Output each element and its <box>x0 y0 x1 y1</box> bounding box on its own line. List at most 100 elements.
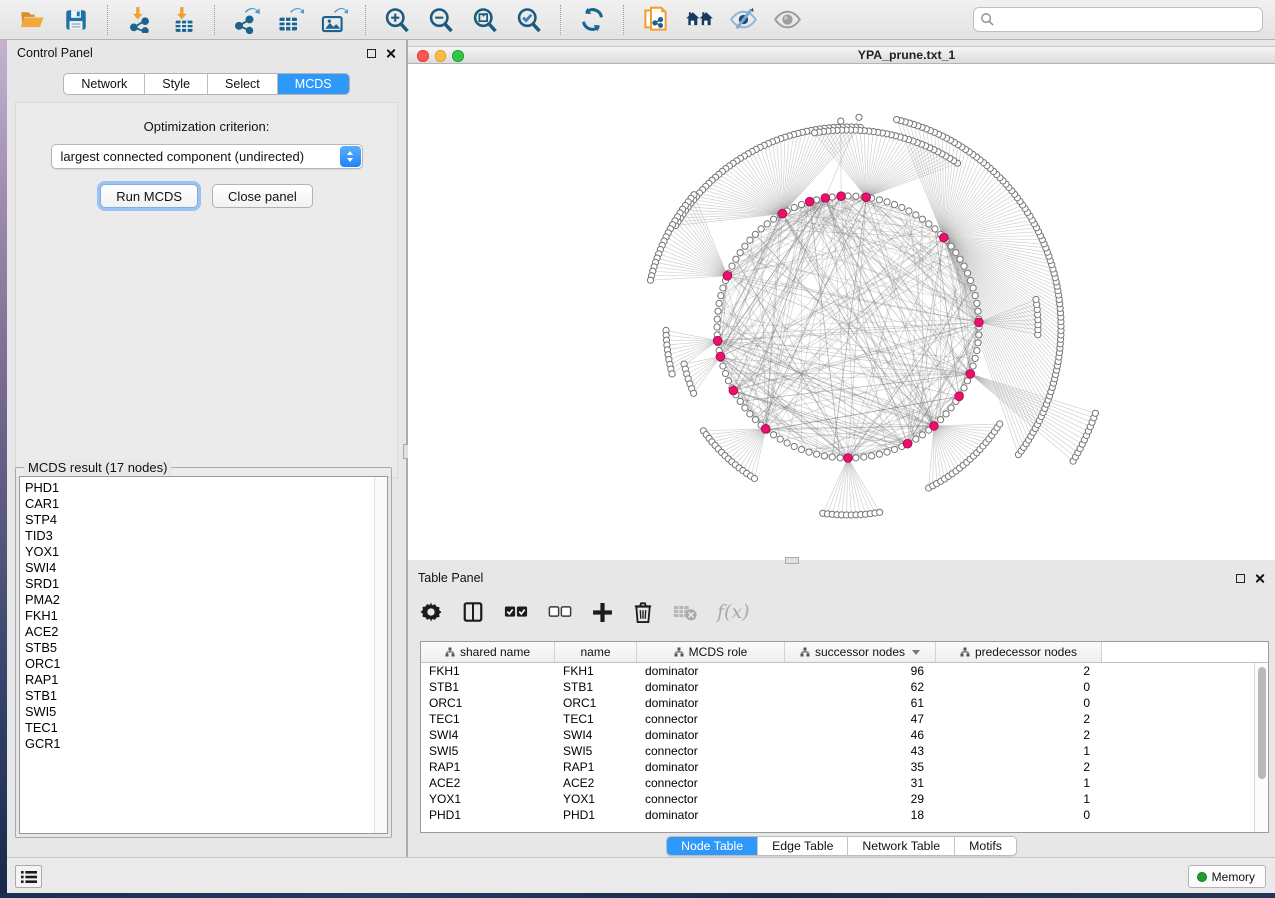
mcds-result-item[interactable]: SWI5 <box>25 704 374 720</box>
network-node[interactable] <box>771 432 777 438</box>
table-cell[interactable]: dominator <box>637 696 785 710</box>
table-row[interactable]: PHD1PHD1dominator180 <box>421 807 1268 823</box>
table-cell[interactable]: PHD1 <box>555 808 637 822</box>
network-node[interactable] <box>733 256 739 262</box>
run-mcds-button[interactable]: Run MCDS <box>100 184 198 208</box>
network-node[interactable] <box>784 440 790 446</box>
mcds-result-item[interactable]: GCR1 <box>25 736 374 752</box>
network-node[interactable] <box>926 221 932 227</box>
table-cell[interactable]: 2 <box>936 712 1102 726</box>
table-cell[interactable]: 43 <box>785 744 936 758</box>
network-node[interactable] <box>961 385 967 391</box>
table-cell[interactable]: dominator <box>637 808 785 822</box>
table-row[interactable]: TEC1TEC1connector472 <box>421 711 1268 727</box>
zoom-in-icon[interactable] <box>382 5 412 35</box>
table-cell[interactable]: SWI4 <box>421 728 555 742</box>
table-row[interactable]: SWI5SWI5connector431 <box>421 743 1268 759</box>
mcds-dominator-node[interactable] <box>761 425 770 434</box>
table-cell[interactable]: 46 <box>785 728 936 742</box>
export-table-icon[interactable] <box>275 5 305 35</box>
network-node[interactable] <box>853 193 859 199</box>
network-node[interactable] <box>729 263 735 269</box>
network-titlebar[interactable]: YPA_prune.txt_1 <box>408 46 1275 64</box>
network-node[interactable] <box>891 446 897 452</box>
table-cell[interactable]: 1 <box>936 744 1102 758</box>
table-row[interactable]: SWI4SWI4dominator462 <box>421 727 1268 743</box>
tab-style[interactable]: Style <box>145 74 208 94</box>
column-header-successor-nodes[interactable]: successor nodes <box>785 642 936 662</box>
delete-column-icon[interactable] <box>633 599 653 625</box>
tab-select[interactable]: Select <box>208 74 278 94</box>
table-cell[interactable]: 61 <box>785 696 936 710</box>
network-node[interactable] <box>1033 296 1039 302</box>
network-node[interactable] <box>861 454 867 460</box>
table-row[interactable]: ACE2ACE2connector311 <box>421 775 1268 791</box>
table-cell[interactable]: FKH1 <box>421 664 555 678</box>
table-cell[interactable]: 18 <box>785 808 936 822</box>
table-cell[interactable]: connector <box>637 776 785 790</box>
column-header-MCDS-role[interactable]: MCDS role <box>637 642 785 662</box>
network-node[interactable] <box>869 453 875 459</box>
network-node[interactable] <box>751 475 757 481</box>
network-node[interactable] <box>913 212 919 218</box>
deselect-all-icon[interactable] <box>548 599 572 625</box>
network-node[interactable] <box>948 243 954 249</box>
table-row[interactable]: RAP1RAP1dominator352 <box>421 759 1268 775</box>
table-cell[interactable]: dominator <box>637 760 785 774</box>
network-node[interactable] <box>964 270 970 276</box>
network-node[interactable] <box>718 293 724 299</box>
table-scrollbar[interactable] <box>1254 663 1268 832</box>
mcds-result-item[interactable]: PHD1 <box>25 480 374 496</box>
close-panel-button[interactable]: Close panel <box>212 184 313 208</box>
mcds-result-item[interactable]: FKH1 <box>25 608 374 624</box>
list-scrollbar[interactable] <box>374 477 387 833</box>
mcds-result-item[interactable]: ORC1 <box>25 656 374 672</box>
table-row[interactable]: STB1STB1dominator620 <box>421 679 1268 695</box>
table-cell[interactable]: SWI5 <box>555 744 637 758</box>
tab-network[interactable]: Network <box>64 74 145 94</box>
network-node[interactable] <box>976 332 982 338</box>
close-panel-icon[interactable] <box>1254 573 1265 584</box>
network-node[interactable] <box>975 308 981 314</box>
network-node[interactable] <box>884 199 890 205</box>
network-node[interactable] <box>716 300 722 306</box>
memory-button[interactable]: Memory <box>1188 865 1266 888</box>
network-node[interactable] <box>943 411 949 417</box>
float-panel-icon[interactable] <box>367 49 376 58</box>
mcds-dominator-node[interactable] <box>955 392 964 401</box>
select-all-icon[interactable] <box>504 599 528 625</box>
network-node[interactable] <box>877 509 883 515</box>
mcds-result-item[interactable]: YOX1 <box>25 544 374 560</box>
network-node[interactable] <box>821 453 827 459</box>
zoom-fit-icon[interactable] <box>470 5 500 35</box>
mcds-result-item[interactable]: TEC1 <box>25 720 374 736</box>
table-cell[interactable]: SWI5 <box>421 744 555 758</box>
mcds-dominator-node[interactable] <box>713 336 722 345</box>
network-node[interactable] <box>829 454 835 460</box>
mcds-dominator-node[interactable] <box>723 272 732 281</box>
network-node[interactable] <box>957 256 963 262</box>
network-node[interactable] <box>720 285 726 291</box>
network-node[interactable] <box>812 130 818 136</box>
table-cell[interactable]: YOX1 <box>555 792 637 806</box>
table-row[interactable]: ORC1ORC1dominator610 <box>421 695 1268 711</box>
mcds-result-item[interactable]: SWI4 <box>25 560 374 576</box>
add-column-icon[interactable] <box>592 599 613 625</box>
network-node[interactable] <box>891 201 897 207</box>
open-file-icon[interactable] <box>17 5 47 35</box>
new-network-from-selection-icon[interactable] <box>640 5 670 35</box>
mcds-dominator-node[interactable] <box>716 352 725 361</box>
window-minimize-icon[interactable] <box>435 50 447 62</box>
network-node[interactable] <box>747 237 753 243</box>
network-node[interactable] <box>899 204 905 210</box>
network-node[interactable] <box>725 378 731 384</box>
network-node[interactable] <box>691 390 697 396</box>
table-cell[interactable]: YOX1 <box>421 792 555 806</box>
network-node[interactable] <box>742 405 748 411</box>
table-cell[interactable]: 96 <box>785 664 936 678</box>
network-node[interactable] <box>714 316 720 322</box>
mcds-dominator-node[interactable] <box>837 192 846 201</box>
mcds-dominator-node[interactable] <box>975 318 984 327</box>
network-node[interactable] <box>919 432 925 438</box>
network-node[interactable] <box>752 417 758 423</box>
